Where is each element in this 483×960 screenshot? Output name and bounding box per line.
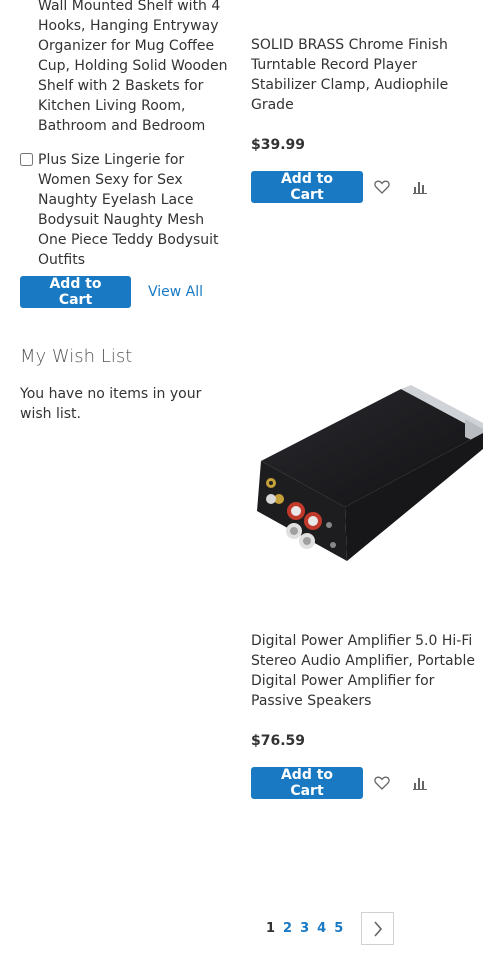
product-price: $76.59 bbox=[251, 733, 306, 749]
add-to-cart-button[interactable]: Add to Cart bbox=[251, 171, 363, 203]
product-actions: Add to Cart bbox=[251, 171, 481, 203]
product-card: SOLID BRASS Chrome Finish Turntable Reco… bbox=[251, 35, 481, 203]
related-products-list: NOZE Rustic Coat Rack Wall Mounted Shelf… bbox=[20, 0, 230, 284]
add-to-cart-button[interactable]: Add to Cart bbox=[251, 767, 363, 799]
page-link[interactable]: 4 bbox=[313, 913, 330, 945]
related-product-item: NOZE Rustic Coat Rack Wall Mounted Shelf… bbox=[20, 0, 230, 136]
product-actions: Add to Cart bbox=[251, 767, 481, 799]
page-link[interactable]: 2 bbox=[279, 913, 296, 945]
next-page-button[interactable] bbox=[361, 912, 395, 945]
product-card: Digital Power Amplifier 5.0 Hi-Fi Stereo… bbox=[251, 631, 481, 799]
bar-chart-icon[interactable] bbox=[407, 770, 433, 796]
view-all-link[interactable]: View All bbox=[148, 282, 203, 302]
heart-icon[interactable] bbox=[369, 770, 395, 796]
product-name[interactable]: Digital Power Amplifier 5.0 Hi-Fi Stereo… bbox=[251, 631, 481, 711]
page-link[interactable]: 3 bbox=[296, 913, 313, 945]
wishlist-title: My Wish List bbox=[20, 346, 133, 367]
heart-icon[interactable] bbox=[369, 174, 395, 200]
bar-chart-icon[interactable] bbox=[407, 174, 433, 200]
product-image-amplifier[interactable] bbox=[251, 375, 483, 585]
related-product-name[interactable]: NOZE Rustic Coat Rack Wall Mounted Shelf… bbox=[38, 0, 230, 136]
product-price: $39.99 bbox=[251, 137, 306, 153]
pagination: 1 2 3 4 5 bbox=[262, 912, 395, 945]
related-product-checkbox[interactable] bbox=[20, 153, 33, 166]
chevron-right-icon bbox=[374, 920, 382, 937]
related-product-name[interactable]: Plus Size Lingerie for Women Sexy for Se… bbox=[38, 150, 230, 270]
related-product-item: Plus Size Lingerie for Women Sexy for Se… bbox=[20, 150, 230, 270]
product-name[interactable]: SOLID BRASS Chrome Finish Turntable Reco… bbox=[251, 35, 481, 115]
page-link[interactable]: 5 bbox=[330, 913, 347, 945]
sidebar-add-to-cart-button[interactable]: Add to Cart bbox=[20, 276, 131, 308]
page-current: 1 bbox=[266, 920, 276, 936]
wishlist-empty-message: You have no items in your wish list. bbox=[20, 386, 202, 422]
